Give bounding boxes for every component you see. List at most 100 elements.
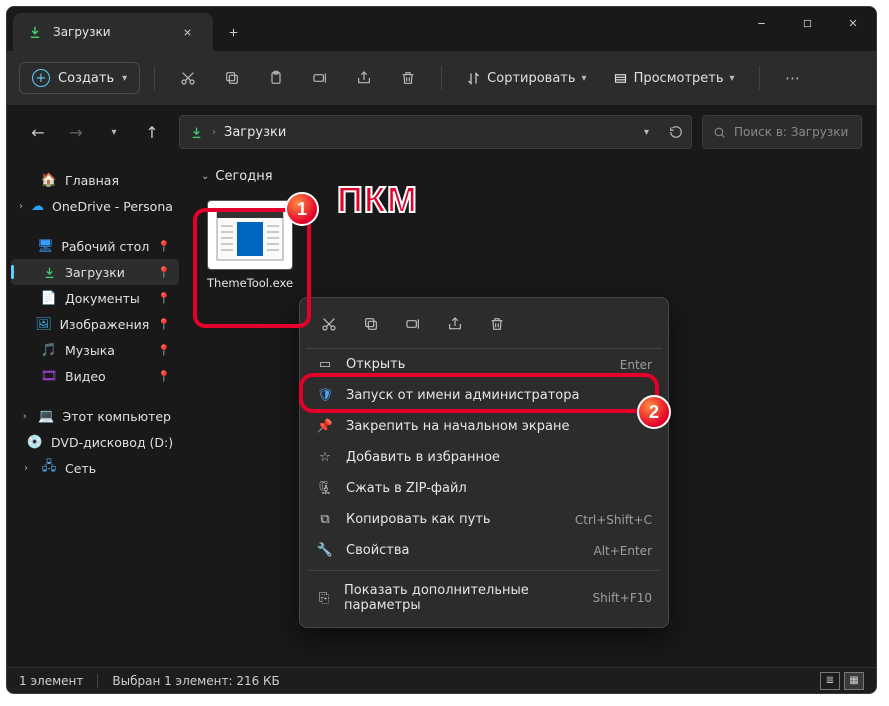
sidebar-item-network[interactable]: ›🖧 Сеть <box>11 455 179 481</box>
sort-button[interactable]: Сортировать ▾ <box>456 65 596 92</box>
breadcrumb-sep: › <box>212 127 216 138</box>
ctx-copy-button[interactable] <box>352 308 390 340</box>
new-button[interactable]: + Создать ▾ <box>19 62 140 94</box>
documents-icon: 📄 <box>41 290 57 306</box>
sidebar-item-dvd[interactable]: 💿 DVD-дисковод (D:) <box>11 429 179 455</box>
ctx-label: Копировать как путь <box>346 512 491 527</box>
add-tab-button[interactable] <box>213 13 253 51</box>
pin-icon: 📍 <box>157 318 171 331</box>
ctx-label: Добавить в избранное <box>346 450 500 465</box>
sidebar-item-pictures[interactable]: 🖼 Изображения 📍 <box>11 311 179 337</box>
cloud-icon: ☁ <box>31 198 44 214</box>
annotation-badge-1: 1 <box>285 192 319 226</box>
delete-button[interactable] <box>389 61 427 95</box>
search-input[interactable]: Поиск в: Загрузки <box>702 115 862 149</box>
sidebar-item-music[interactable]: 🎵 Музыка 📍 <box>11 337 179 363</box>
context-menu: ▭ Открыть Enter 🛡 Запуск от имени админи… <box>299 297 669 628</box>
selection-info: Выбран 1 элемент: 216 КБ <box>112 674 279 688</box>
sidebar-item-label: Документы <box>65 291 140 306</box>
ctx-label: Открыть <box>346 357 405 372</box>
pin-icon: 📍 <box>157 344 171 357</box>
sidebar-item-documents[interactable]: 📄 Документы 📍 <box>11 285 179 311</box>
more-button[interactable]: ⋯ <box>774 61 812 95</box>
sidebar-item-videos[interactable]: 🎞 Видео 📍 <box>11 363 179 389</box>
nav-row: ← → ▾ ↑ › Загрузки ▾ Поиск в: Загрузки <box>7 105 876 159</box>
sidebar-item-desktop[interactable]: 🖥 Рабочий стол 📍 <box>11 233 179 259</box>
chevron-right-icon: › <box>19 201 23 212</box>
view-button[interactable]: Просмотреть ▾ <box>603 65 745 92</box>
ctx-label: Показать дополнительные параметры <box>344 583 580 613</box>
ctx-zip[interactable]: 🗜 Сжать в ZIP-файл <box>306 473 662 504</box>
ctx-open[interactable]: ▭ Открыть Enter <box>306 349 662 380</box>
tab-downloads[interactable]: Загрузки <box>13 13 213 51</box>
copy-button[interactable] <box>213 61 251 95</box>
shield-icon: 🛡 <box>316 388 334 403</box>
forward-button[interactable]: → <box>59 115 93 149</box>
sidebar-item-downloads[interactable]: Загрузки 📍 <box>11 259 179 285</box>
sidebar-item-label: Сеть <box>65 461 96 476</box>
ctx-label: Сжать в ZIP-файл <box>346 481 467 496</box>
icons-view-button[interactable]: ▦ <box>844 672 864 690</box>
chevron-right-icon: › <box>19 463 33 474</box>
cut-button[interactable] <box>169 61 207 95</box>
ctx-favorite[interactable]: ☆ Добавить в избранное <box>306 442 662 473</box>
desktop-icon: 🖥 <box>37 238 53 254</box>
toolbar-separator <box>759 66 760 90</box>
ctx-label: Закрепить на начальном экране <box>346 419 570 434</box>
breadcrumb-folder[interactable]: Загрузки <box>224 125 286 140</box>
downloads-icon <box>41 264 57 280</box>
address-history-dropdown[interactable]: ▾ <box>644 127 649 138</box>
paste-button[interactable] <box>257 61 295 95</box>
sidebar-item-home[interactable]: 🏠 Главная <box>11 167 179 193</box>
disc-icon: 💿 <box>27 434 43 450</box>
recent-dropdown[interactable]: ▾ <box>97 115 131 149</box>
maximize-button[interactable] <box>784 7 830 39</box>
ctx-rename-button[interactable] <box>394 308 432 340</box>
plus-icon: + <box>32 69 50 87</box>
annotation-badge-2: 2 <box>637 395 671 429</box>
music-icon: 🎵 <box>41 342 57 358</box>
ctx-share-button[interactable] <box>436 308 474 340</box>
refresh-button[interactable] <box>669 125 683 139</box>
rename-button[interactable] <box>301 61 339 95</box>
ctx-cut-button[interactable] <box>310 308 348 340</box>
back-button[interactable]: ← <box>21 115 55 149</box>
ctx-shortcut: Shift+F10 <box>592 591 652 605</box>
address-bar[interactable]: › Загрузки ▾ <box>179 115 692 149</box>
annotation-pkm-label: ПКМ <box>337 179 418 221</box>
ctx-separator <box>308 570 660 571</box>
close-tab-button[interactable] <box>175 20 199 44</box>
sidebar-item-label: Этот компьютер <box>62 409 171 424</box>
chevron-down-icon: ▾ <box>730 73 735 84</box>
ctx-copy-path[interactable]: ⧉ Копировать как путь Ctrl+Shift+C <box>306 504 662 535</box>
sidebar-item-onedrive[interactable]: ›☁ OneDrive - Persona <box>11 193 179 219</box>
zip-icon: 🗜 <box>316 481 334 496</box>
ctx-delete-button[interactable] <box>478 308 516 340</box>
close-window-button[interactable] <box>830 7 876 39</box>
group-label: Сегодня <box>215 169 272 184</box>
ctx-pin-start[interactable]: 📌 Закрепить на начальном экране <box>306 411 662 442</box>
search-icon <box>713 126 726 139</box>
up-button[interactable]: ↑ <box>135 115 169 149</box>
group-header-today[interactable]: ⌄ Сегодня <box>201 169 858 184</box>
pin-icon: 📍 <box>157 370 171 383</box>
ctx-properties[interactable]: 🔧 Свойства Alt+Enter <box>306 535 662 566</box>
ctx-label: Запуск от имени администратора <box>346 388 579 403</box>
search-placeholder: Поиск в: Загрузки <box>734 125 848 139</box>
view-icon <box>613 71 628 86</box>
star-icon: ☆ <box>316 450 334 465</box>
minimize-button[interactable] <box>738 7 784 39</box>
ctx-run-as-admin[interactable]: 🛡 Запуск от имени администратора <box>306 380 662 411</box>
downloads-icon <box>27 24 43 40</box>
pc-icon: 💻 <box>38 408 54 424</box>
chevron-down-icon: ⌄ <box>201 171 209 182</box>
home-icon: 🏠 <box>41 172 57 188</box>
share-button[interactable] <box>345 61 383 95</box>
details-view-button[interactable]: ≣ <box>820 672 840 690</box>
sidebar-item-label: Рабочий стол <box>61 239 149 254</box>
wrench-icon: 🔧 <box>316 543 334 558</box>
ctx-show-more[interactable]: ⎘ Показать дополнительные параметры Shif… <box>306 575 662 621</box>
sidebar-item-this-pc[interactable]: ›💻 Этот компьютер <box>11 403 179 429</box>
new-button-label: Создать <box>58 71 114 86</box>
file-thumbnail <box>207 200 293 270</box>
